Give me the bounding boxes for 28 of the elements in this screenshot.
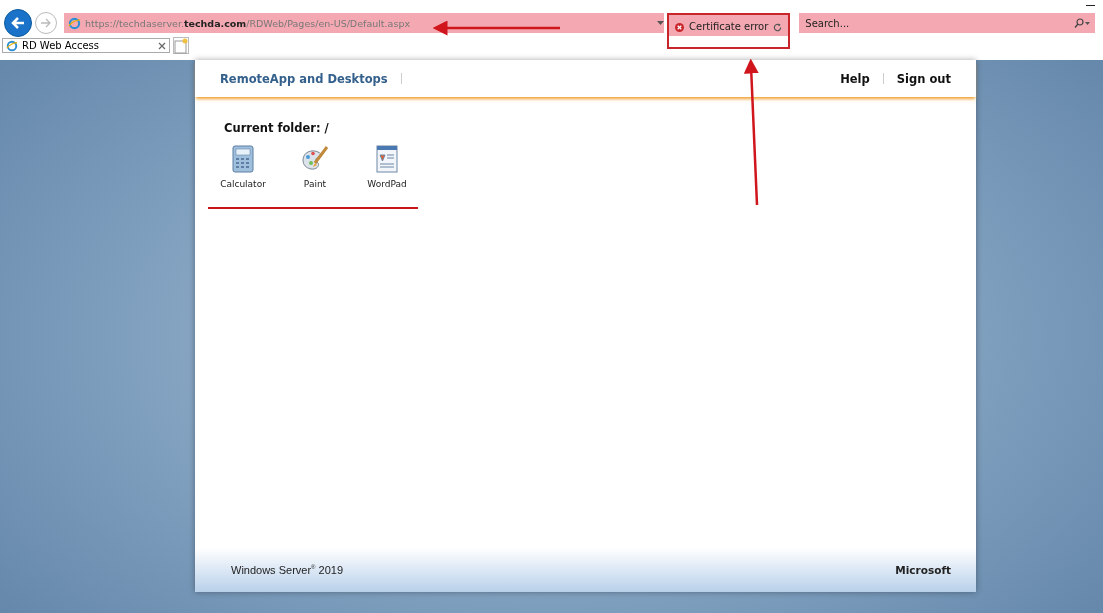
address-bar[interactable]: https://techdaserver.techda.com/RDWeb/Pages/en-US/Default.aspx [64, 13, 664, 33]
palette-brush-icon [300, 145, 330, 173]
company-name: Microsoft [895, 564, 951, 576]
error-icon [675, 23, 684, 32]
help-link[interactable]: Help [840, 71, 870, 86]
search-icon[interactable] [1073, 18, 1091, 28]
close-icon[interactable] [158, 41, 166, 50]
app-label[interactable]: Paint [303, 179, 327, 189]
forward-arrow-icon [40, 17, 52, 29]
search-field[interactable]: Search... [799, 13, 1073, 33]
browser-tab[interactable]: RD Web Access [2, 38, 170, 53]
dropdown-caret-icon[interactable] [657, 20, 664, 26]
refresh-icon[interactable] [773, 23, 783, 32]
back-button[interactable] [4, 9, 32, 37]
browser-logo-icon [6, 39, 18, 52]
app-label[interactable]: Calculator [220, 179, 266, 189]
app-label[interactable]: WordPad [367, 179, 407, 189]
back-arrow-icon [10, 15, 26, 31]
sign-out-link[interactable]: Sign out [896, 71, 951, 86]
document-icon [375, 145, 399, 173]
url-text: https://techdaserver.techda.com/RDWeb/Pages/en-US/Default.aspx [85, 17, 411, 29]
site-title: RemoteApp and Desktops [220, 71, 388, 86]
product-name: Windows Server$^{®}$ 2019 [231, 564, 344, 576]
certificate-error-button[interactable]: Certificate error [667, 13, 791, 49]
browser-logo-icon [68, 16, 81, 30]
new-tab-button[interactable] [173, 37, 189, 54]
calculator-icon [232, 145, 254, 173]
current-folder-label: Current folder: / [224, 121, 330, 135]
